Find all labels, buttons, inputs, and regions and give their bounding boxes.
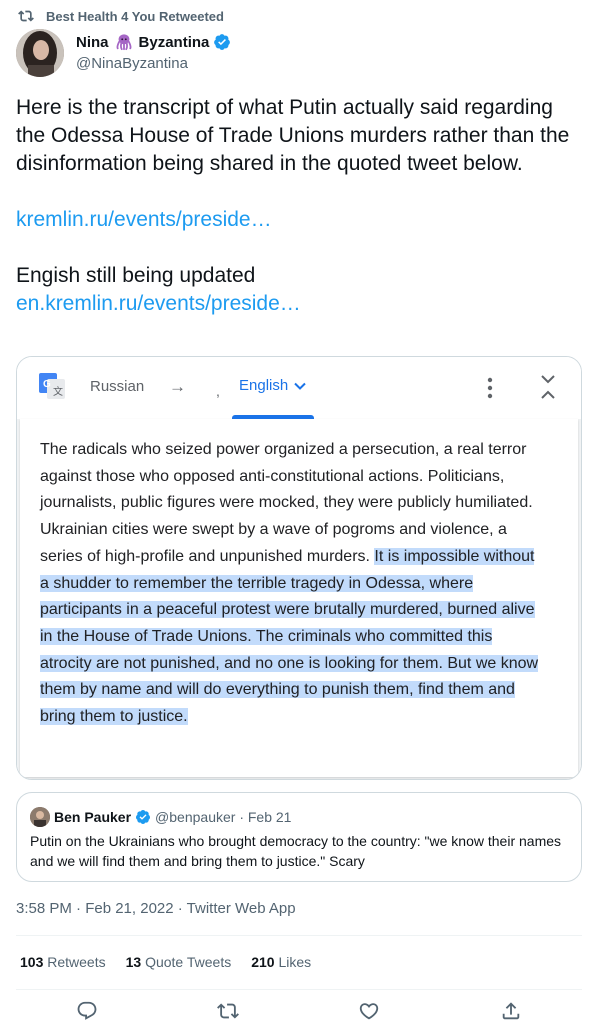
tweet-author[interactable]: Nina Byzantina @NinaByzantina bbox=[76, 32, 231, 72]
tweet-paragraph: Here is the transcript of what Putin act… bbox=[16, 96, 570, 175]
author-name-last[interactable]: Byzantina bbox=[139, 34, 210, 51]
tweet-paragraph-2: Engish still being updated bbox=[16, 264, 256, 287]
tweet-action-bar bbox=[0, 1000, 598, 1026]
quoted-avatar bbox=[30, 807, 50, 827]
google-translate-icon: G 文 bbox=[39, 373, 65, 399]
quote-tweets-stat[interactable]: 13 Quote Tweets bbox=[126, 954, 232, 970]
svg-text:G: G bbox=[43, 379, 51, 390]
chevron-down-icon bbox=[294, 382, 306, 390]
quoted-handle-date: @benpauker · Feb 21 bbox=[155, 809, 292, 825]
tweet-stats: 103 Retweets 13 Quote Tweets 210 Likes bbox=[20, 954, 331, 970]
tweet-link-kremlin[interactable]: kremlin.ru/events/preside… bbox=[16, 208, 272, 231]
more-options-icon[interactable] bbox=[485, 377, 495, 399]
tweet-text: Here is the transcript of what Putin act… bbox=[16, 94, 582, 318]
svg-text:文: 文 bbox=[53, 385, 63, 398]
likes-count: 210 bbox=[251, 954, 275, 970]
quote-tweets-label: Quote Tweets bbox=[145, 954, 232, 970]
quoted-author-name: Ben Pauker bbox=[54, 809, 132, 825]
divider bbox=[16, 989, 582, 990]
likes-stat[interactable]: 210 Likes bbox=[251, 954, 311, 970]
verified-badge-icon bbox=[135, 809, 151, 825]
quoted-tweet[interactable]: Ben Pauker @benpauker · Feb 21 Putin on … bbox=[16, 792, 582, 882]
target-language: English bbox=[239, 377, 289, 394]
separator: , bbox=[216, 383, 220, 399]
translated-text-highlighted: It is impossible without a shudder to re… bbox=[40, 547, 539, 726]
share-icon[interactable] bbox=[500, 1000, 522, 1022]
likes-label: Likes bbox=[278, 954, 312, 970]
author-handle[interactable]: @NinaByzantina bbox=[76, 55, 231, 72]
retweet-context[interactable]: Best Health 4 You Retweeted bbox=[18, 8, 224, 24]
avatar-image bbox=[16, 29, 64, 77]
translated-text: The radicals who seized power organized … bbox=[40, 437, 540, 731]
author-name-first[interactable]: Nina bbox=[76, 34, 109, 51]
retweet-icon[interactable] bbox=[217, 1000, 239, 1022]
translated-text-plain: The radicals who seized power organized … bbox=[40, 441, 533, 565]
reply-icon[interactable] bbox=[76, 1000, 98, 1022]
divider bbox=[16, 935, 582, 936]
verified-badge-icon bbox=[213, 33, 231, 51]
octopus-emoji-icon bbox=[115, 33, 133, 51]
collapse-icon[interactable] bbox=[539, 373, 557, 401]
retweets-label: Retweets bbox=[47, 954, 106, 970]
retweet-icon bbox=[18, 10, 34, 22]
tweet-media-image[interactable]: G 文 Russian → , English The radicals who… bbox=[16, 356, 582, 780]
retweet-context-text: Best Health 4 You Retweeted bbox=[46, 8, 224, 24]
avatar[interactable] bbox=[16, 29, 64, 77]
tweet-timestamp[interactable]: 3:58 PM · Feb 21, 2022 · Twitter Web App bbox=[16, 900, 296, 917]
target-language-dropdown[interactable]: English bbox=[239, 377, 306, 394]
quote-tweets-count: 13 bbox=[125, 954, 142, 970]
quoted-tweet-text: Putin on the Ukrainians who brought demo… bbox=[30, 833, 562, 869]
like-heart-icon[interactable] bbox=[358, 1000, 380, 1022]
source-language[interactable]: Russian bbox=[90, 378, 144, 395]
tweet-link-en-kremlin[interactable]: en.kremlin.ru/events/preside… bbox=[16, 292, 301, 315]
arrow-right-icon: → bbox=[169, 377, 186, 396]
retweets-count: 103 bbox=[20, 954, 44, 970]
translate-toolbar: G 文 Russian → , English bbox=[17, 357, 581, 419]
retweets-stat[interactable]: 103 Retweets bbox=[20, 954, 106, 970]
